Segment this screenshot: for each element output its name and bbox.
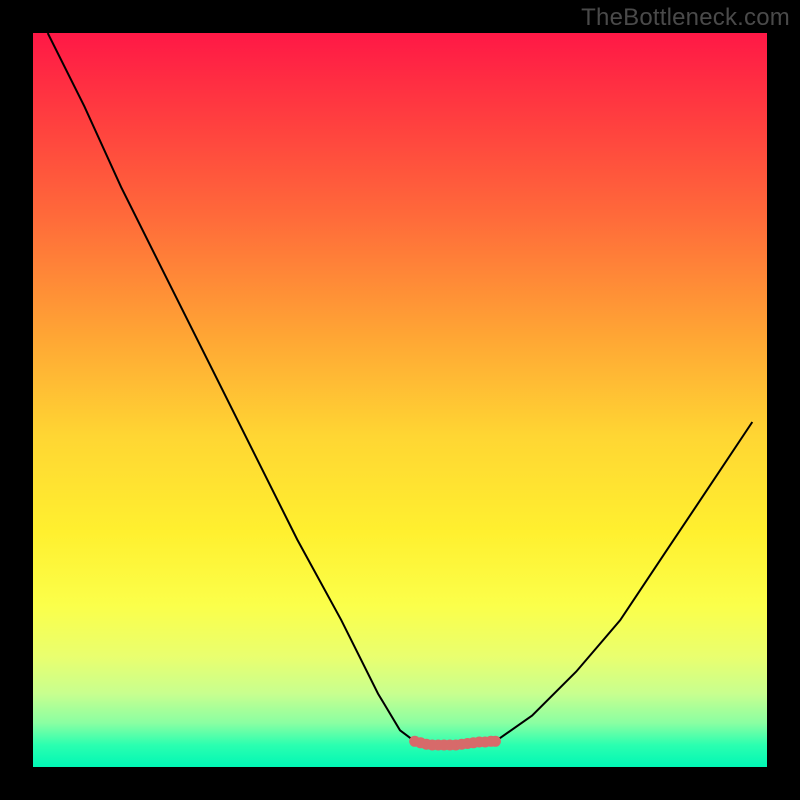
chart-svg [33, 33, 767, 767]
watermark-text: TheBottleneck.com [581, 4, 790, 32]
curve-left [48, 33, 415, 741]
chart-frame: TheBottleneck.com [0, 0, 800, 800]
plot-area [33, 33, 767, 767]
curve-right [495, 422, 752, 741]
trough-dot [490, 736, 501, 747]
trough-markers [409, 736, 501, 751]
